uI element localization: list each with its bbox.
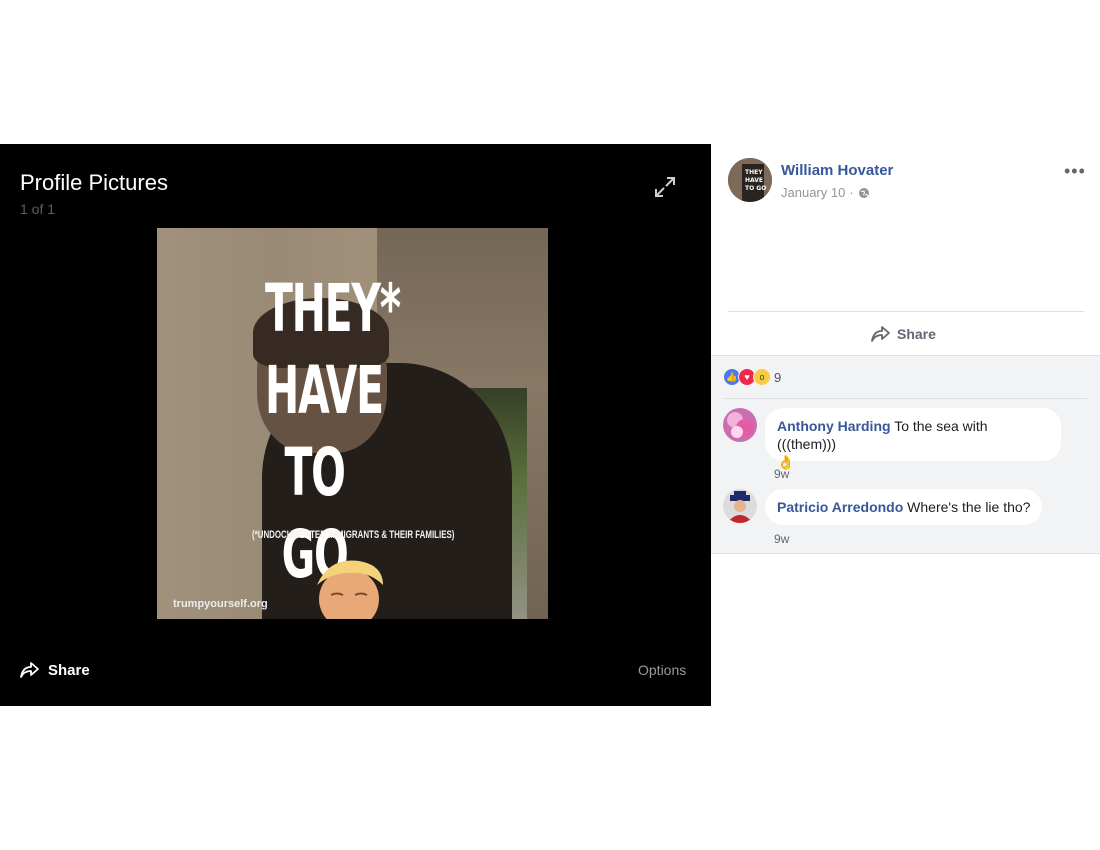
wow-icon: o: [753, 368, 771, 386]
share-arrow-icon: [20, 662, 39, 678]
post-author-name[interactable]: William Hovater: [781, 162, 893, 179]
comment-bubble: Patricio Arredondo Where's the lie tho?: [765, 489, 1043, 525]
author-avatar[interactable]: THEY HAVE TO GO: [728, 158, 772, 202]
share-arrow-icon: [871, 326, 890, 342]
comment-text: Where's the lie tho?: [907, 499, 1031, 515]
comment-bubble: Anthony Harding To the sea with (((them)…: [765, 408, 1061, 470]
comment-time[interactable]: 9w: [774, 467, 789, 481]
svg-text:TO GO: TO GO: [745, 185, 766, 192]
reaction-count: 9: [774, 369, 782, 385]
divider: [723, 398, 1087, 399]
photo-footnote: (*UNDOCUMENTED IMMIGRANTS & THEIR FAMILI…: [252, 529, 455, 541]
post-share-label: Share: [897, 326, 936, 342]
reactions-summary[interactable]: 👍 ♥ o 9: [723, 368, 781, 386]
svg-text:HAVE: HAVE: [745, 177, 763, 184]
politician-face-image: [317, 560, 383, 619]
divider: [728, 311, 1084, 312]
photo-viewer: Profile Pictures 1 of 1 THEY* HAVE TO GO…: [0, 144, 711, 706]
commenter-avatar[interactable]: [723, 489, 757, 523]
commenter-name[interactable]: Patricio Arredondo: [777, 499, 903, 515]
album-title[interactable]: Profile Pictures: [20, 170, 168, 196]
post-date[interactable]: January 10 ·: [781, 185, 870, 200]
photo-headline-line: THEY*: [265, 270, 401, 347]
comment-time[interactable]: 9w: [774, 532, 789, 546]
post-date-text: January 10: [781, 185, 846, 200]
post-share-button[interactable]: Share: [871, 325, 936, 343]
commenter-name[interactable]: Anthony Harding: [777, 418, 891, 434]
photo-headline-line: HAVE: [265, 352, 384, 429]
commenter-avatar[interactable]: [723, 408, 757, 442]
globe-icon: [858, 187, 869, 198]
viewer-share-button[interactable]: Share: [20, 661, 90, 679]
comments-section: 👍 ♥ o 9 Anthony Harding To the sea with …: [711, 355, 1100, 554]
expand-icon[interactable]: [653, 175, 677, 199]
photo-counter: 1 of 1: [20, 201, 56, 217]
viewer-share-label: Share: [48, 661, 90, 679]
svg-text:THEY: THEY: [745, 169, 763, 176]
profile-photo[interactable]: THEY* HAVE TO GO (*UNDOCUMENTED IMMIGRAN…: [157, 228, 548, 619]
photo-watermark: trumpyourself.org: [173, 598, 268, 610]
options-link[interactable]: Options: [638, 662, 686, 678]
post-panel: THEY HAVE TO GO William Hovater January …: [711, 144, 1100, 554]
more-options-icon[interactable]: •••: [1064, 161, 1086, 182]
